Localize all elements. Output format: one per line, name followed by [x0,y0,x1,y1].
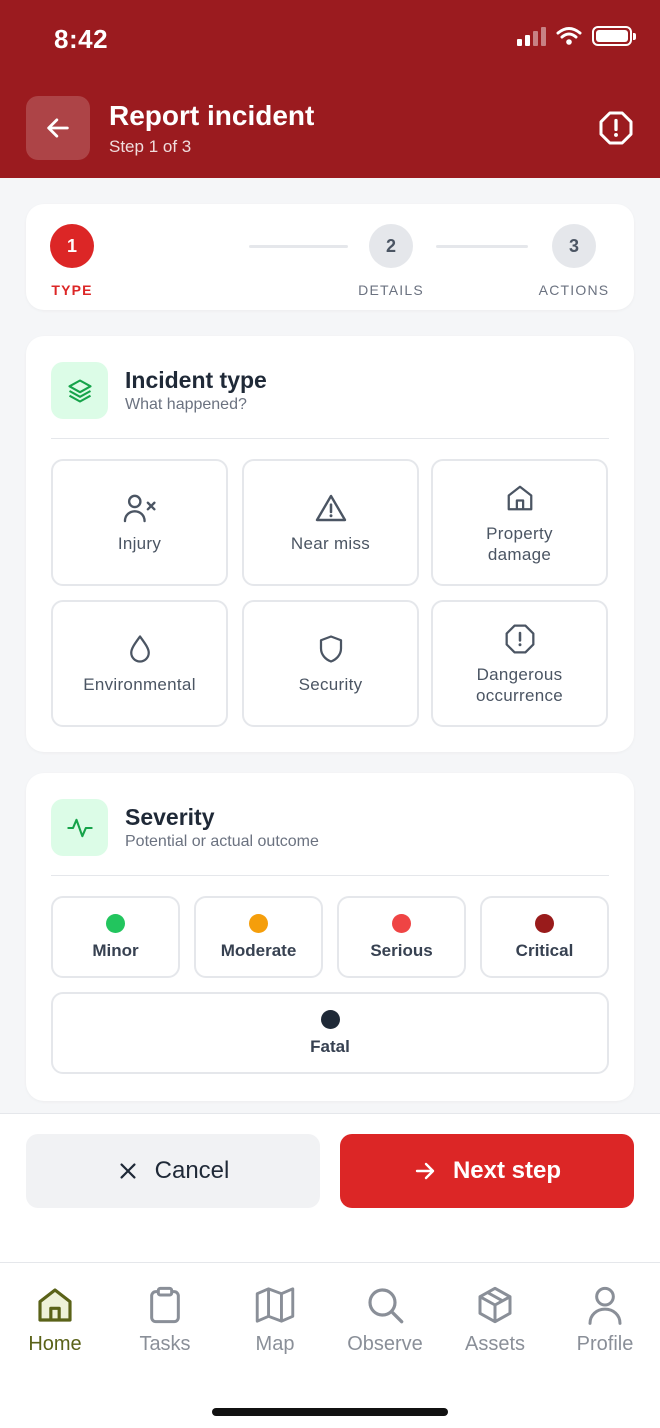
incident-type-property-damage[interactable]: Property damage [431,459,608,586]
tile-label: Security [298,675,363,694]
activity-icon [51,799,108,856]
severity-dot [249,913,268,933]
severity-label: Minor [92,940,139,960]
signal-icon [517,26,546,46]
severity-dot [106,913,125,933]
arrow-left-icon [47,118,69,138]
stepper: 1 TYPE 2 DETAILS 3 ACTIONS [26,204,634,310]
map-icon [254,1283,296,1327]
step-number: 1 [50,224,94,268]
tab-observe[interactable]: Observe [330,1283,440,1356]
tab-label: Home [28,1333,82,1355]
tab-label: Tasks [139,1333,191,1355]
severity-dot [535,913,554,933]
user-x-icon [123,491,157,525]
divider [51,438,609,439]
page-subtitle: Step 1 of 3 [109,137,192,156]
user-icon [586,1283,624,1327]
status-time: 8:42 [54,24,109,54]
step-connector [249,245,348,248]
box-icon [475,1283,515,1327]
page-title: Report incident [109,100,315,131]
home-indicator [212,1408,448,1416]
severity-moderate[interactable]: Moderate [194,896,323,978]
section-title: Incident type [125,367,267,393]
alert-button[interactable] [598,110,634,146]
app-header: 8:42 Report incident Step 1 of 3 [0,0,660,178]
incident-type-card: Incident type What happened? Injury Near… [26,336,634,752]
action-footer: Cancel Next step [0,1114,660,1262]
tile-label: Environmental [83,675,196,694]
severity-dot [320,1009,340,1029]
severity-label: Critical [515,940,574,960]
incident-type-dangerous-occurrence[interactable]: Dangerous occurrence [431,600,608,727]
back-button[interactable] [26,96,90,160]
droplet-icon [127,632,153,666]
clipboard-icon [146,1283,184,1327]
tab-map[interactable]: Map [220,1283,330,1356]
shield-icon [317,632,345,666]
step-label: TYPE [51,282,93,298]
bottom-tab-bar: Home Tasks Map Observe Assets Profile [0,1262,660,1428]
wifi-icon [556,27,582,45]
close-icon [120,1163,136,1179]
cancel-button[interactable]: Cancel [26,1134,320,1208]
step-details[interactable]: 2 DETAILS [346,224,436,298]
warning-triangle-icon [315,491,347,525]
severity-critical[interactable]: Critical [480,896,609,978]
alert-octagon-icon [599,111,633,145]
step-number: 2 [369,224,413,268]
incident-type-injury[interactable]: Injury [51,459,228,586]
step-label: DETAILS [358,282,424,298]
severity-label: Fatal [310,1036,350,1056]
severity-label: Serious [370,940,433,960]
tab-label: Observe [347,1333,423,1355]
alert-octagon-icon [504,622,536,656]
incident-type-near-miss[interactable]: Near miss [242,459,419,586]
cancel-label: Cancel [154,1157,230,1184]
severity-serious[interactable]: Serious [337,896,466,978]
divider [51,875,609,876]
step-number: 3 [552,224,596,268]
step-actions[interactable]: 3 ACTIONS [529,224,619,298]
severity-card: Severity Potential or actual outcome Min… [26,773,634,1101]
tab-assets[interactable]: Assets [440,1283,550,1356]
step-connector [436,245,528,248]
severity-minor[interactable]: Minor [51,896,180,978]
section-subtitle: Potential or actual outcome [125,833,319,850]
section-subtitle: What happened? [125,396,247,413]
section-title: Severity [125,804,215,830]
step-label: ACTIONS [538,282,610,298]
incident-type-environmental[interactable]: Environmental [51,600,228,727]
step-type[interactable]: 1 TYPE [27,224,117,298]
tab-profile[interactable]: Profile [550,1283,660,1356]
severity-fatal[interactable]: Fatal [51,992,609,1074]
tile-label: Dangerous occurrence [475,664,564,705]
severity-label: Moderate [220,940,297,960]
next-step-button[interactable]: Next step [340,1134,634,1208]
tab-home[interactable]: Home [0,1283,110,1356]
tile-label: Injury [117,534,162,553]
incident-type-security[interactable]: Security [242,600,419,727]
battery-icon [592,26,636,46]
tile-label: Near miss [290,534,371,553]
severity-dot [392,913,411,933]
arrow-right-icon [415,1162,435,1180]
next-step-label: Next step [452,1157,562,1184]
tab-label: Assets [464,1333,526,1355]
tab-label: Profile [576,1333,634,1355]
search-icon [365,1283,405,1327]
house-icon [505,481,535,515]
home-icon [35,1283,75,1327]
layers-icon [51,362,108,419]
tab-tasks[interactable]: Tasks [110,1283,220,1356]
status-icons [517,26,636,46]
tab-label: Map [255,1333,295,1355]
tile-label: Property damage [486,523,553,564]
